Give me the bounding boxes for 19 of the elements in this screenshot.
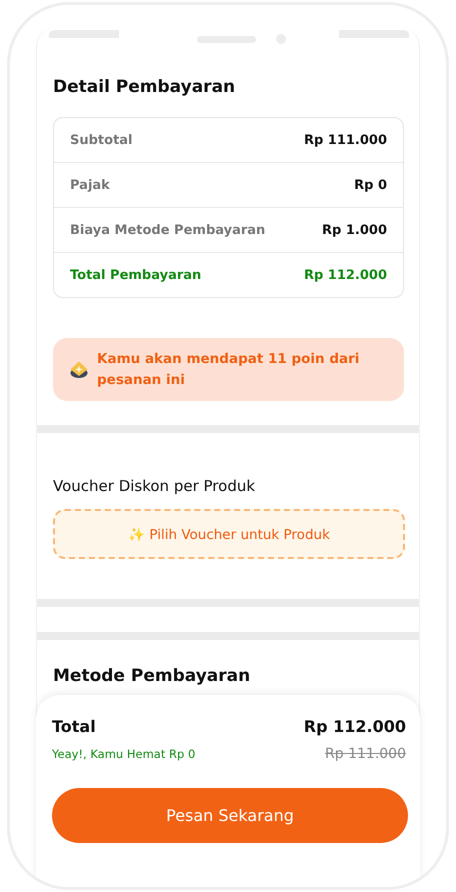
coin-icon: [69, 360, 89, 380]
section-title: Detail Pembayaran: [53, 77, 236, 97]
section-title: Metode Pembayaran: [53, 666, 252, 686]
row-label: Total Pembayaran: [70, 268, 202, 282]
choose-voucher-button[interactable]: ✨ Pilih Voucher untuk Produk: [53, 509, 405, 559]
section-title: Voucher Diskon per Produk: [53, 477, 256, 495]
savings-text: Yeay!, Kamu Hemat Rp 0: [52, 747, 196, 761]
row-label: Pajak: [70, 178, 110, 192]
row-label: Biaya Metode Pembayaran: [70, 222, 266, 238]
total-value: Rp 112.000: [304, 717, 406, 736]
original-price: Rp 111.000: [325, 746, 406, 762]
row-value: Rp 0: [354, 178, 387, 192]
row-label: Subtotal: [70, 132, 133, 148]
row-value: Rp 1.000: [322, 222, 387, 238]
row-value: Rp 112.000: [304, 268, 387, 282]
total-label: Total: [52, 717, 96, 736]
order-now-button[interactable]: Pesan Sekarang: [52, 788, 408, 843]
points-message: Kamu akan mendapat 11 poin dari pesanan ini: [97, 350, 360, 390]
row-value: Rp 111.000: [304, 132, 387, 148]
